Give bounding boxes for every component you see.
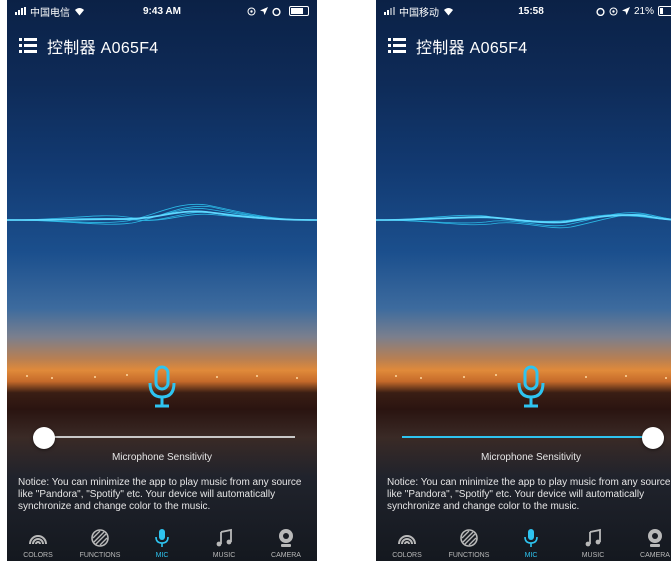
tab-bar: COLORS FUNCTIONS MIC MUSIC CAMERA <box>376 523 671 561</box>
rainbow-icon <box>29 535 47 545</box>
tab-music[interactable]: MUSIC <box>564 528 622 561</box>
tab-colors[interactable]: COLORS <box>9 528 67 561</box>
microphone-icon[interactable] <box>515 365 547 409</box>
tab-label: FUNCTIONS <box>448 552 490 559</box>
tab-functions[interactable]: FUNCTIONS <box>440 528 498 561</box>
battery-icon <box>289 6 309 16</box>
app-header: 控制器 A065F4 <box>388 34 527 58</box>
battery-icon <box>658 6 671 16</box>
app-header: 控制器 A065F4 <box>19 34 158 58</box>
webcam-icon <box>279 529 293 547</box>
status-bar: 中国移动 15:58 21% <box>376 0 671 22</box>
striped-circle-icon <box>460 529 478 547</box>
audio-waveform <box>7 203 317 225</box>
microphone-icon[interactable] <box>146 365 178 409</box>
slider-track[interactable] <box>33 436 295 438</box>
tab-colors[interactable]: COLORS <box>378 528 436 561</box>
location-arrow-icon <box>621 7 630 15</box>
alarm-icon <box>272 7 281 16</box>
tab-label: CAMERA <box>271 552 301 559</box>
microphone-icon <box>524 529 538 547</box>
tab-camera[interactable]: CAMERA <box>257 528 315 561</box>
tab-label: FUNCTIONS <box>79 552 121 559</box>
location-arrow-icon <box>260 7 268 15</box>
slider-handle[interactable] <box>642 427 664 449</box>
audio-waveform <box>376 212 671 229</box>
tab-mic[interactable]: MIC <box>502 528 560 561</box>
list-icon[interactable] <box>19 38 37 54</box>
microphone-sensitivity-slider[interactable] <box>402 427 664 449</box>
slider-handle[interactable] <box>33 427 55 449</box>
tab-camera[interactable]: CAMERA <box>626 528 671 561</box>
tab-label: MIC <box>155 552 169 559</box>
notice-text: Notice: You can minimize the app to play… <box>18 477 302 512</box>
tab-label: MUSIC <box>581 552 605 559</box>
tab-label: CAMERA <box>640 552 670 559</box>
notice-text: Notice: You can minimize the app to play… <box>387 477 671 512</box>
music-note-icon <box>216 528 232 547</box>
list-icon[interactable] <box>388 38 406 54</box>
tab-label: MUSIC <box>212 552 236 559</box>
tab-mic[interactable]: MIC <box>133 528 191 561</box>
sensitivity-label: Microphone Sensitivity <box>480 452 582 463</box>
tab-functions[interactable]: FUNCTIONS <box>71 528 129 561</box>
webcam-icon <box>648 529 662 547</box>
music-note-icon <box>585 528 601 547</box>
battery-percent: 21% <box>633 5 654 17</box>
tab-music[interactable]: MUSIC <box>195 528 253 561</box>
slider-track-filled <box>402 436 653 438</box>
sensitivity-label: Microphone Sensitivity <box>111 452 213 463</box>
page-title: 控制器 A065F4 <box>47 40 159 57</box>
page-title: 控制器 A065F4 <box>416 40 528 57</box>
tab-label: COLORS <box>23 552 53 559</box>
location-lock-icon <box>609 7 618 15</box>
rainbow-icon <box>398 535 416 545</box>
tab-bar: COLORS FUNCTIONS MIC MUSIC CAMERA <box>7 523 317 561</box>
status-bar: 中国电信 9:43 AM <box>7 0 317 22</box>
microphone-sensitivity-slider[interactable] <box>33 427 295 449</box>
location-lock-icon <box>247 7 256 15</box>
tab-label: MIC <box>524 552 538 559</box>
striped-circle-icon <box>91 529 109 547</box>
microphone-icon <box>155 529 169 547</box>
alarm-icon <box>596 7 605 16</box>
tab-label: COLORS <box>392 552 422 559</box>
phone-screen-right: 中国移动 15:58 21% 控制器 A065F4 Microphone Sen… <box>376 0 671 561</box>
phone-screen-left: 中国电信 9:43 AM 控制器 A065F4 Microphone Sensi… <box>7 0 317 561</box>
